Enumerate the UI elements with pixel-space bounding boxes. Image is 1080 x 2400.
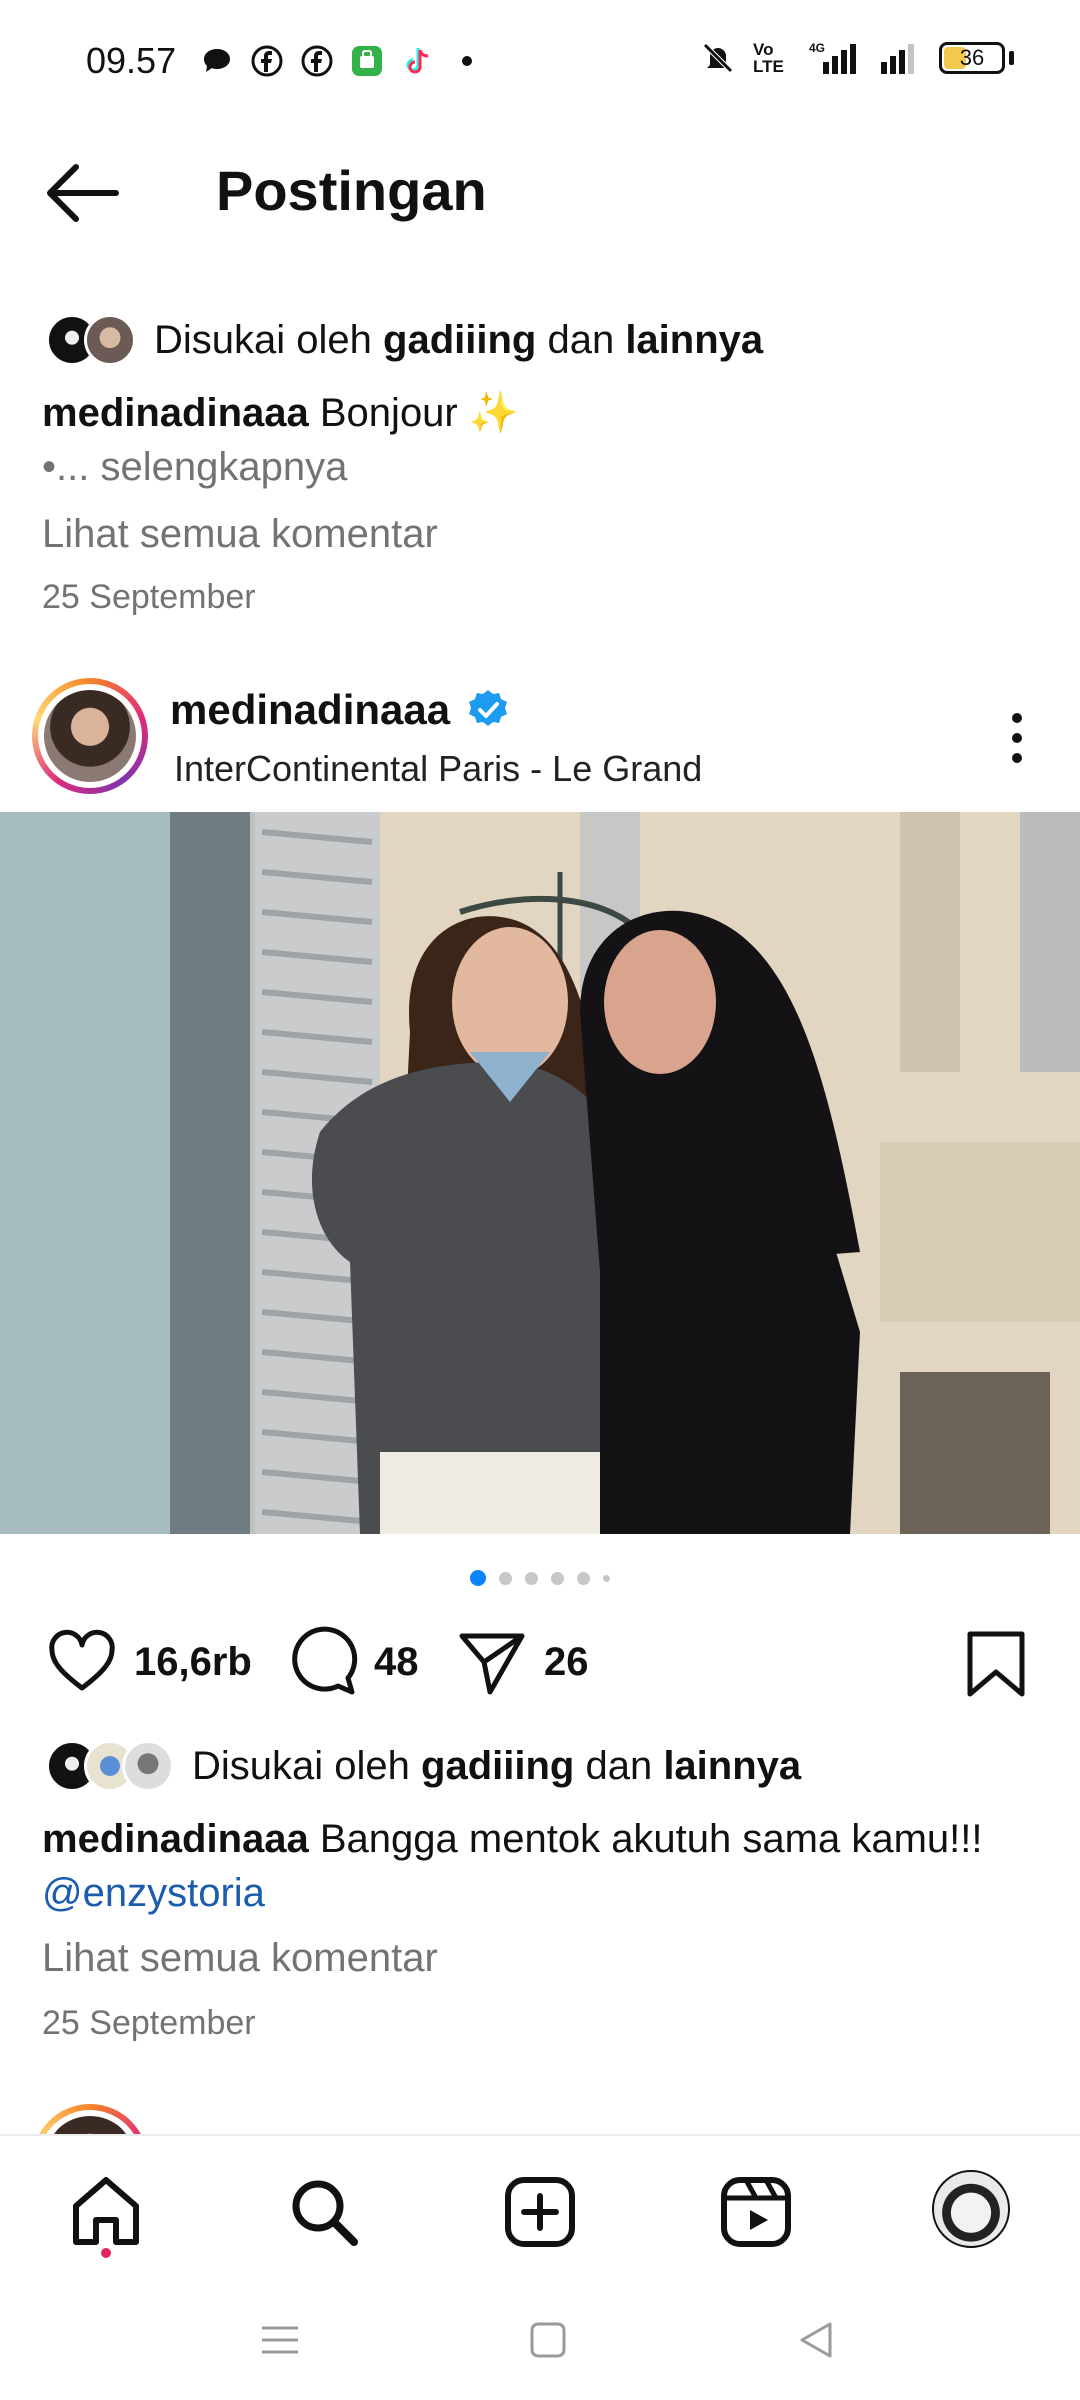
back-triangle-icon[interactable] <box>794 2318 838 2362</box>
bottom-navigation <box>0 2134 1080 2284</box>
carousel-dot <box>525 1571 538 1585</box>
facebook-icon <box>251 45 283 77</box>
post-username[interactable]: medinadinaaa <box>170 686 450 734</box>
signal-icon: 4G <box>809 41 856 74</box>
liked-avatars <box>46 1740 174 1792</box>
avatar <box>44 690 136 782</box>
liked-prefix: Disukai oleh <box>192 1743 422 1788</box>
bookmark-icon[interactable] <box>964 1630 1028 1698</box>
caption-text: Bonjour ✨ <box>308 391 519 435</box>
tiktok-icon <box>406 48 429 74</box>
carousel-dot <box>603 1574 610 1582</box>
reels-icon[interactable] <box>716 2172 796 2252</box>
home-icon[interactable] <box>66 2172 146 2252</box>
battery-level: 36 <box>959 45 985 70</box>
volte-label: Vo LTE <box>753 40 784 76</box>
system-navigation-bar <box>0 2284 1080 2400</box>
facebook-icon <box>301 45 333 77</box>
liked-others[interactable]: lainnya <box>663 1744 801 1789</box>
carousel-dot <box>551 1571 564 1585</box>
carousel-indicator <box>0 1570 1080 1586</box>
signal-icon-2 <box>881 44 914 74</box>
share-action[interactable]: 26 <box>456 1626 589 1698</box>
status-time: 09.57 <box>86 40 177 81</box>
more-dot-icon <box>462 56 472 66</box>
liked-user[interactable]: gadiiing <box>421 1744 574 1789</box>
liked-avatars <box>46 314 136 366</box>
battery-cap <box>1009 51 1014 65</box>
post-actions: 16,6rb 48 26 <box>0 1626 1080 1706</box>
post-date: 25 September <box>42 2004 256 2042</box>
caption-text: Bangga mentok akutuh sama kamu!!! <box>308 1817 983 1861</box>
bell-muted-icon <box>703 43 733 73</box>
comment-action[interactable]: 48 <box>286 1626 419 1698</box>
search-icon[interactable] <box>284 2172 364 2252</box>
liked-user[interactable]: gadiiing <box>383 318 536 363</box>
status-bar: 09.57 Vo LTE 4G 36 <box>0 0 1080 120</box>
caption-username[interactable]: medinadinaaa <box>42 391 309 435</box>
post-header: medinadinaaa InterContinental Paris - Le… <box>0 672 1080 796</box>
chat-bubble-icon <box>204 49 230 72</box>
profile-avatar[interactable] <box>932 2170 1010 2248</box>
liked-mid: dan <box>536 317 626 362</box>
battery-indicator: 36 <box>939 42 1005 74</box>
notification-dot <box>101 2248 111 2258</box>
comment-icon[interactable] <box>286 1626 358 1698</box>
page-title: Postingan <box>216 159 487 222</box>
caption-mention[interactable]: @enzystoria <box>42 1871 265 1915</box>
network-4g-label: 4G <box>809 41 825 55</box>
create-icon[interactable] <box>500 2172 580 2252</box>
post-username-row: medinadinaaa <box>170 686 510 734</box>
liked-others[interactable]: lainnya <box>625 318 763 363</box>
liked-by[interactable]: Disukai oleh gadiiing dan lainnya <box>46 1740 801 1792</box>
more-options-icon[interactable] <box>1002 708 1032 768</box>
home-square-icon[interactable] <box>526 2318 570 2362</box>
verified-badge-icon <box>469 690 508 726</box>
see-more-link[interactable]: •... selengkapnya <box>42 440 1042 494</box>
photo-illustration <box>0 812 1080 1534</box>
comments-count[interactable]: 48 <box>374 1640 419 1685</box>
like-action[interactable]: 16,6rb <box>46 1626 252 1698</box>
post-photo[interactable] <box>0 812 1080 1534</box>
avatar <box>122 1740 174 1792</box>
liked-mid: dan <box>574 1743 664 1788</box>
carousel-dot <box>499 1571 512 1585</box>
menu-icon[interactable] <box>258 2318 302 2362</box>
system-status: Vo LTE 4G 36 <box>701 40 1014 76</box>
caption-username[interactable]: medinadinaaa <box>42 1817 309 1861</box>
post-date: 25 September <box>42 578 256 616</box>
carousel-dot <box>577 1571 590 1585</box>
view-all-comments-link[interactable]: Lihat semua komentar <box>42 512 438 557</box>
story-ring-avatar[interactable] <box>32 678 148 794</box>
notification-icons <box>200 44 484 78</box>
heart-icon[interactable] <box>46 1626 118 1698</box>
shares-count[interactable]: 26 <box>544 1640 589 1685</box>
back-arrow-icon[interactable] <box>40 158 124 228</box>
app-icon <box>352 46 382 76</box>
likes-count[interactable]: 16,6rb <box>134 1640 252 1685</box>
view-all-comments-link[interactable]: Lihat semua komentar <box>42 1936 438 1981</box>
send-icon[interactable] <box>456 1626 528 1698</box>
liked-prefix: Disukai oleh <box>154 317 384 362</box>
prev-liked-by[interactable]: Disukai oleh gadiiing dan lainnya <box>46 314 763 366</box>
post-location[interactable]: InterContinental Paris - Le Grand <box>174 748 702 790</box>
avatar <box>84 314 136 366</box>
carousel-dot <box>470 1570 486 1586</box>
prev-caption: medinadinaaa Bonjour ✨ <box>42 386 1042 440</box>
top-bar: Postingan <box>0 140 1080 250</box>
post-caption: medinadinaaa Bangga mentok akutuh sama k… <box>42 1812 1042 1920</box>
